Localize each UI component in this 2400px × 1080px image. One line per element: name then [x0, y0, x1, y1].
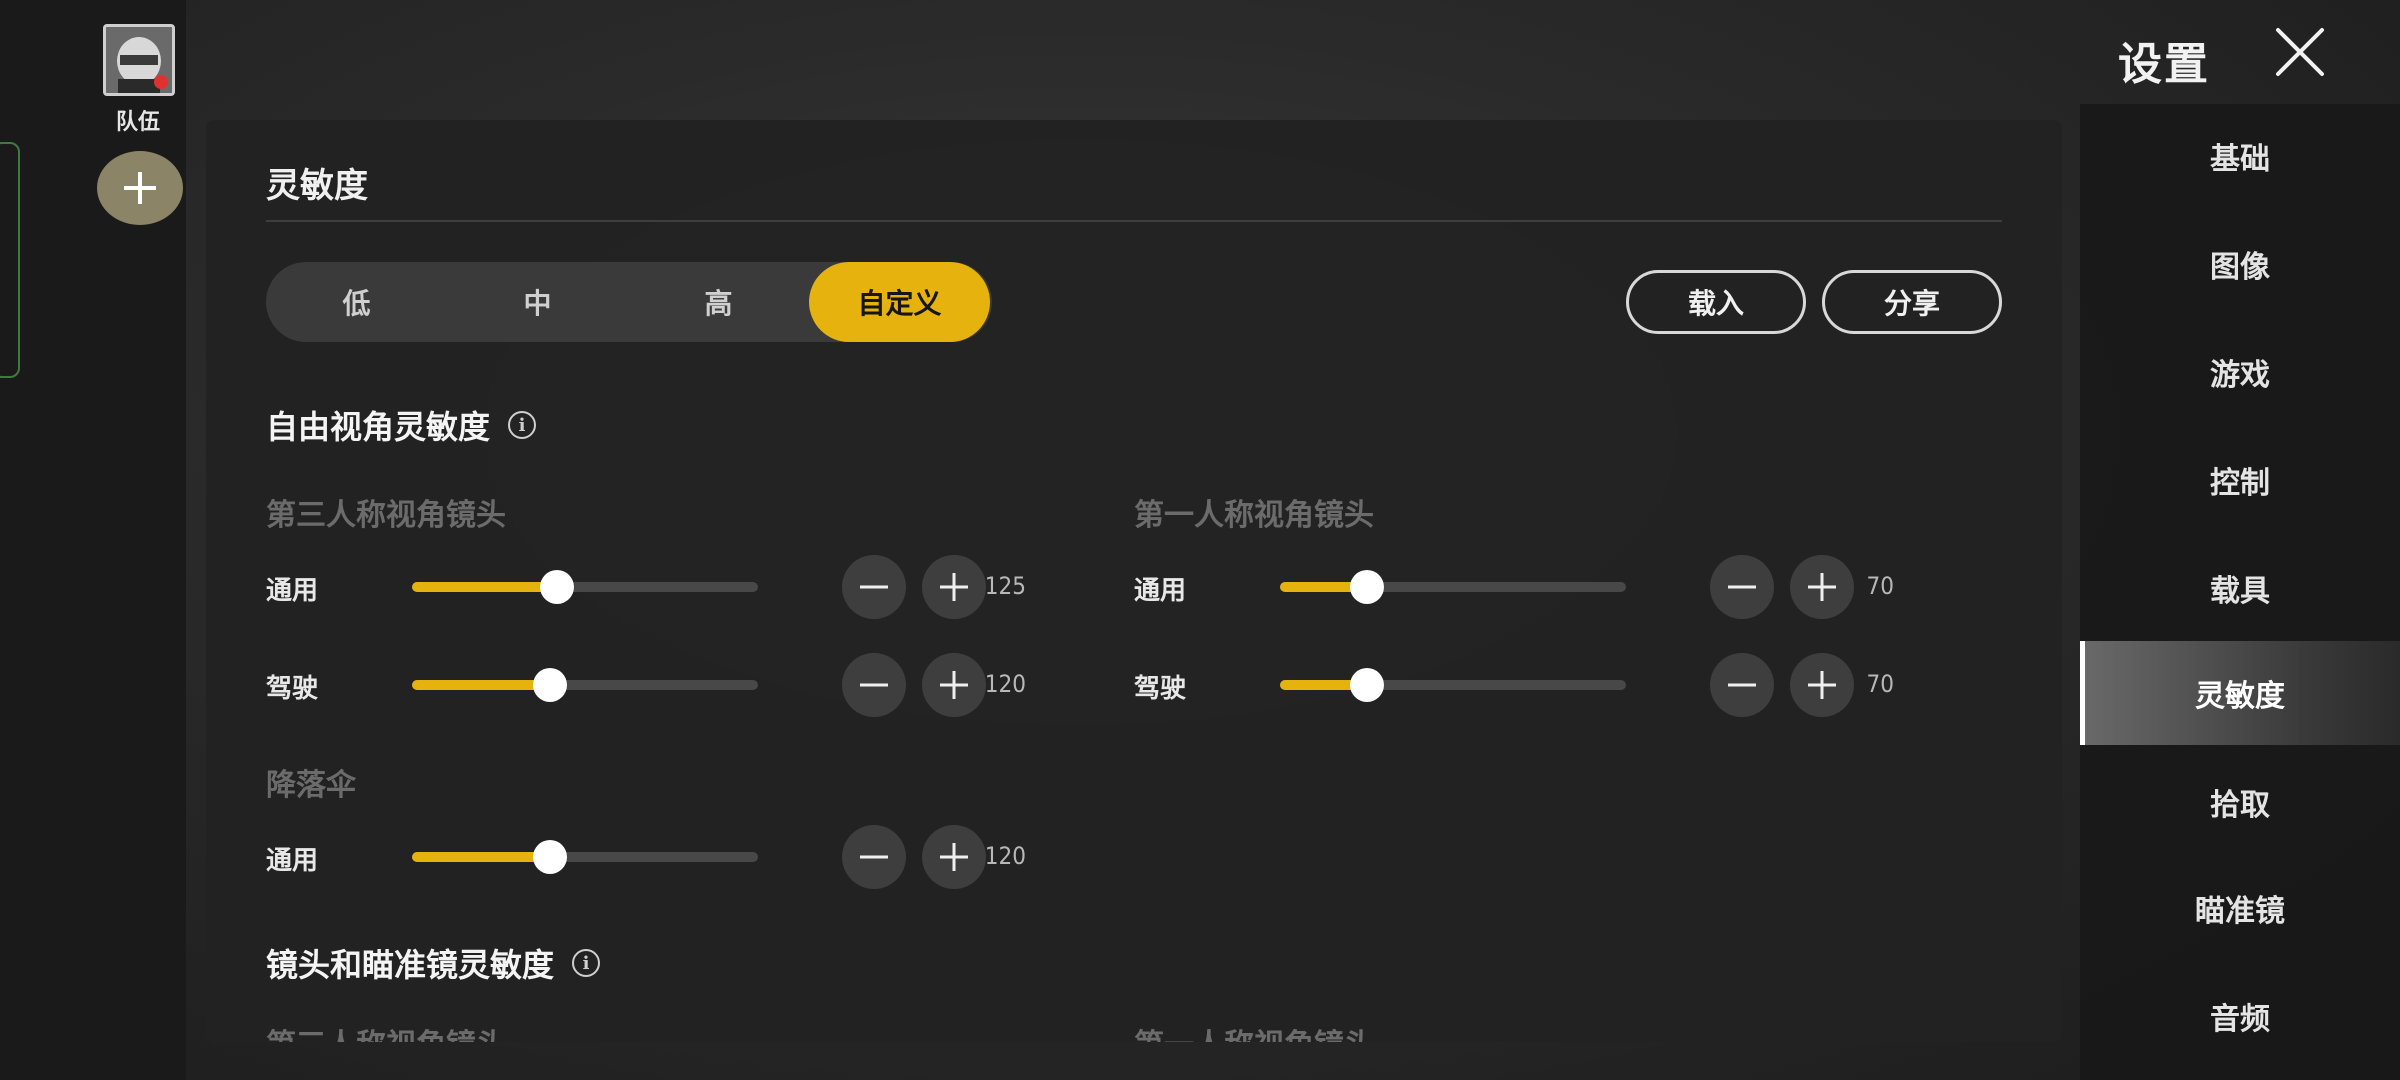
- nav-item-game[interactable]: 游戏: [2080, 320, 2400, 424]
- load-button[interactable]: 载入: [1626, 270, 1806, 334]
- tp-general-increase-button[interactable]: [922, 555, 986, 619]
- slider-fill: [412, 852, 551, 862]
- slider-thumb[interactable]: [540, 570, 575, 604]
- info-icon[interactable]: i: [508, 411, 537, 439]
- fp-general-increase-button[interactable]: [1790, 555, 1854, 619]
- tp-driving-increase-button[interactable]: [922, 653, 986, 717]
- parachute-general-slider[interactable]: [412, 840, 758, 874]
- nav-item-sensitivity[interactable]: 灵敏度: [2080, 641, 2400, 745]
- preset-custom[interactable]: 自定义: [809, 262, 990, 342]
- parachute-general-increase-button[interactable]: [922, 825, 986, 889]
- nav-item-audio[interactable]: 音频: [2080, 964, 2400, 1068]
- plus-icon: [940, 573, 968, 601]
- close-button[interactable]: [2270, 22, 2330, 82]
- team-label: 队伍: [115, 110, 160, 135]
- parachute-general-label: 通用: [266, 846, 319, 876]
- section-title-text: 自由视角灵敏度: [266, 408, 491, 446]
- slider-thumb[interactable]: [533, 668, 568, 702]
- nav-item-vehicle[interactable]: 载具: [2080, 536, 2400, 640]
- camera-ads-section-title: 镜头和瞄准镜灵敏度 i: [266, 940, 601, 986]
- nav-item-basic[interactable]: 基础: [2080, 104, 2400, 208]
- fp-driving-label: 驾驶: [1134, 674, 1187, 704]
- preset-high[interactable]: 高: [628, 262, 809, 342]
- slider-thumb[interactable]: [533, 840, 568, 874]
- slider-thumb[interactable]: [1349, 570, 1384, 604]
- tp-general-slider[interactable]: [412, 570, 758, 604]
- plus-icon: [124, 172, 156, 204]
- preset-low[interactable]: 低: [266, 262, 447, 342]
- player-avatar[interactable]: [103, 24, 175, 96]
- settings-nav: 基础 图像 游戏 控制 载具 灵敏度 拾取 瞄准镜 音频: [2080, 104, 2400, 1080]
- plus-icon: [1808, 671, 1836, 699]
- plus-icon: [1808, 573, 1836, 601]
- share-button[interactable]: 分享: [1822, 270, 2002, 334]
- tp-general-label: 通用: [266, 576, 319, 606]
- minus-icon: [860, 855, 888, 859]
- first-person-title: 第一人称视角镜头: [1134, 498, 1374, 533]
- fp-general-decrease-button[interactable]: [1710, 555, 1774, 619]
- free-look-section-title: 自由视角灵敏度 i: [266, 402, 537, 448]
- ads-third-person-title: 第三人称视角镜头: [266, 1020, 506, 1042]
- add-team-button[interactable]: [97, 151, 183, 225]
- left-edge-frame: [0, 142, 20, 378]
- plus-icon: [940, 671, 968, 699]
- page-title: 设置: [2118, 39, 2210, 90]
- slider-fill: [412, 680, 551, 690]
- parachute-title: 降落伞: [266, 768, 356, 803]
- close-icon: [2276, 28, 2324, 76]
- panel-title: 灵敏度: [266, 166, 368, 206]
- slider-thumb[interactable]: [1349, 668, 1384, 702]
- nav-item-scope[interactable]: 瞄准镜: [2080, 856, 2400, 960]
- nav-item-pickup[interactable]: 拾取: [2080, 750, 2400, 854]
- minus-icon: [860, 585, 888, 589]
- sensitivity-panel: 灵敏度 低 中 高 自定义 载入 分享 自由视角灵敏度 i 第三人称视角镜头 通…: [206, 120, 2062, 1042]
- plus-icon: [940, 843, 968, 871]
- fp-general-slider[interactable]: [1280, 570, 1626, 604]
- tp-driving-label: 驾驶: [266, 674, 319, 704]
- minus-icon: [860, 683, 888, 687]
- section-title-text: 镜头和瞄准镜灵敏度: [266, 946, 555, 984]
- preset-medium[interactable]: 中: [447, 262, 628, 342]
- tp-driving-decrease-button[interactable]: [842, 653, 906, 717]
- preset-selector: 低 中 高 自定义: [266, 262, 992, 342]
- notification-dot: [154, 75, 168, 89]
- fp-driving-slider[interactable]: [1280, 668, 1626, 702]
- tp-driving-slider[interactable]: [412, 668, 758, 702]
- divider: [266, 220, 2002, 222]
- minus-icon: [1728, 585, 1756, 589]
- ads-first-person-title: 第一人称视角镜头: [1134, 1020, 1374, 1042]
- fp-driving-decrease-button[interactable]: [1710, 653, 1774, 717]
- nav-item-graphics[interactable]: 图像: [2080, 212, 2400, 316]
- third-person-title: 第三人称视角镜头: [266, 498, 506, 533]
- nav-item-controls[interactable]: 控制: [2080, 428, 2400, 532]
- fp-driving-increase-button[interactable]: [1790, 653, 1854, 717]
- slider-fill: [412, 582, 558, 592]
- info-icon[interactable]: i: [572, 949, 601, 977]
- tp-general-decrease-button[interactable]: [842, 555, 906, 619]
- parachute-general-decrease-button[interactable]: [842, 825, 906, 889]
- minus-icon: [1728, 683, 1756, 687]
- fp-general-label: 通用: [1134, 576, 1187, 606]
